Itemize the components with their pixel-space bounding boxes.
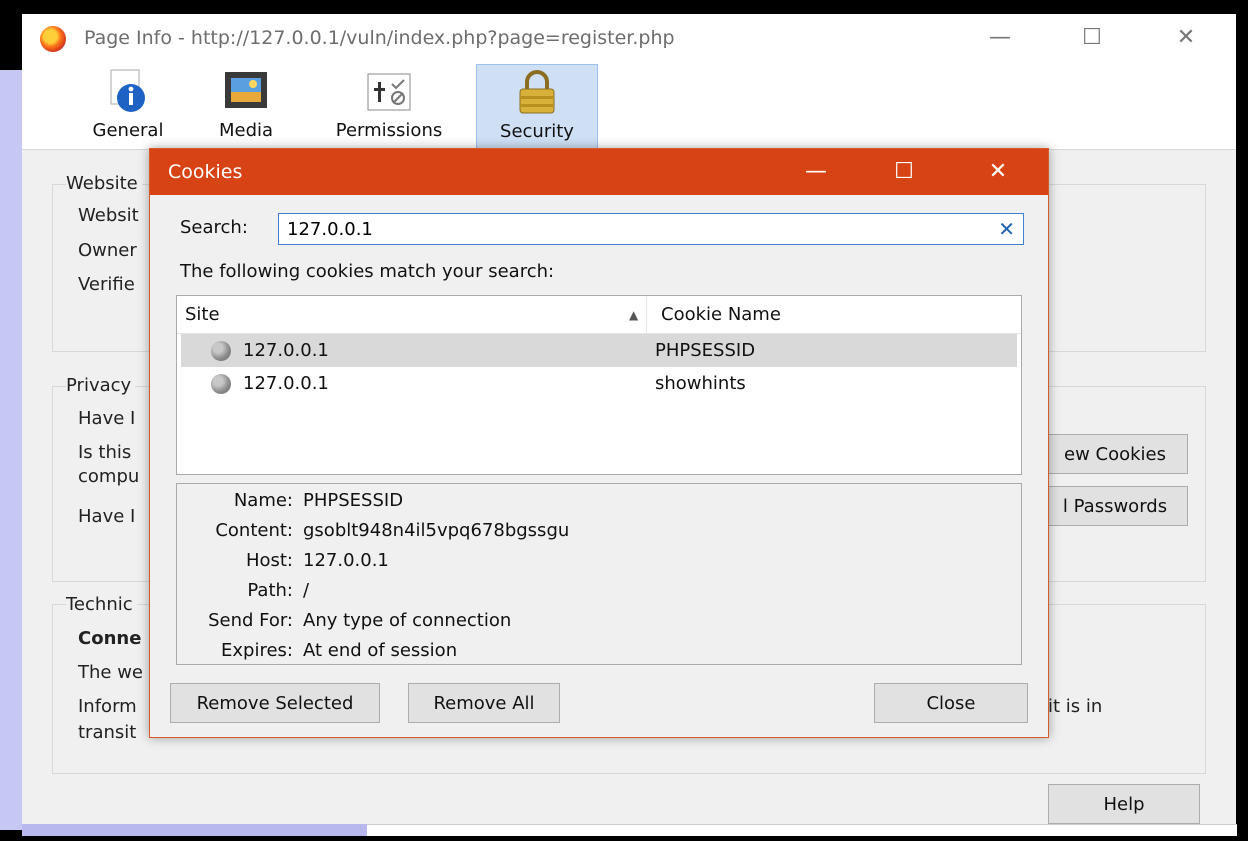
globe-icon [211, 374, 231, 394]
table-row[interactable]: 127.0.0.1 PHPSESSID [181, 334, 1017, 367]
path-value: / [303, 580, 310, 601]
search-box: ✕ [278, 213, 1024, 245]
view-saved-passwords-button[interactable]: l Passwords [1042, 486, 1188, 526]
cookies-table: Site ▲ Cookie Name 127.0.0.1 PHPSESSID 1… [176, 295, 1022, 475]
maximize-button[interactable]: ☐ [1072, 20, 1112, 56]
expires-label: Expires: [221, 640, 293, 661]
technical-line: The we [78, 662, 143, 683]
tab-permissions[interactable]: Permissions [314, 64, 464, 150]
view-cookies-button[interactable]: ew Cookies [1042, 434, 1188, 474]
tab-security[interactable]: Security [476, 64, 598, 150]
technical-line: Inform [78, 696, 137, 717]
remove-selected-button[interactable]: Remove Selected [170, 683, 380, 723]
content-label: Content: [215, 520, 293, 541]
close-window-button[interactable]: ✕ [1166, 20, 1206, 56]
row-site: 127.0.0.1 [243, 373, 329, 394]
minimize-button[interactable]: — [980, 20, 1020, 56]
firefox-icon [40, 26, 66, 52]
dialog-close-button[interactable]: ✕ [968, 149, 1028, 195]
owner-line: Owner [78, 240, 137, 261]
sort-ascending-icon: ▲ [629, 308, 639, 322]
desktop-edge [0, 70, 22, 830]
help-button[interactable]: Help [1048, 784, 1200, 824]
privacy-group-title: Privacy [66, 375, 136, 396]
cookies-titlebar: Cookies — ☐ ✕ [150, 149, 1048, 195]
privacy-line: Have I [78, 408, 136, 429]
page-info-toolbar: General Media Permissions Security [22, 64, 1236, 150]
row-cookie-name: PHPSESSID [655, 340, 756, 361]
name-label: Name: [233, 490, 293, 511]
tab-general[interactable]: General [78, 64, 178, 150]
clear-search-icon[interactable]: ✕ [998, 217, 1015, 241]
privacy-line: Have I [78, 506, 136, 527]
column-site[interactable]: Site [177, 296, 647, 334]
content-value: gsoblt948n4il5vpq678bgssgu [303, 520, 570, 541]
close-button[interactable]: Close [874, 683, 1028, 723]
column-cookie-name[interactable]: Cookie Name [653, 296, 781, 334]
website-line: Websit [78, 205, 139, 226]
technical-trailing-text: it is in [1048, 696, 1103, 717]
tab-media[interactable]: Media [198, 64, 294, 150]
table-header: Site ▲ Cookie Name [177, 296, 1021, 334]
connection-line: Conne [78, 628, 142, 649]
table-row[interactable]: 127.0.0.1 showhints [181, 367, 1017, 400]
website-group-title: Website [66, 173, 142, 194]
privacy-line: compu [78, 466, 140, 487]
sendfor-label: Send For: [208, 610, 293, 631]
remove-all-button[interactable]: Remove All [408, 683, 560, 723]
verified-line: Verifie [78, 274, 135, 295]
path-label: Path: [247, 580, 293, 601]
tab-media-label: Media [218, 120, 274, 141]
taskbar-strip [367, 824, 1237, 836]
search-label: Search: [180, 217, 248, 238]
info-icon [101, 68, 155, 114]
screenshot-frame: Page Info - http://127.0.0.1/vuln/index.… [0, 0, 1248, 841]
host-label: Host: [245, 550, 293, 571]
cookies-dialog-title: Cookies [168, 161, 243, 183]
permissions-icon [362, 68, 416, 114]
privacy-line: Is this [78, 442, 132, 463]
cookies-dialog: Cookies — ☐ ✕ Search: ✕ The following co… [149, 148, 1049, 738]
search-input[interactable] [279, 214, 979, 244]
cookie-details: Name: PHPSESSID Content: gsoblt948n4il5v… [176, 483, 1022, 665]
row-site: 127.0.0.1 [243, 340, 329, 361]
match-text: The following cookies match your search: [180, 261, 555, 282]
tab-general-label: General [92, 120, 164, 141]
lock-icon [510, 69, 564, 115]
page-info-title: Page Info - http://127.0.0.1/vuln/index.… [84, 27, 675, 49]
media-icon [219, 68, 273, 114]
host-value: 127.0.0.1 [303, 550, 389, 571]
tab-security-label: Security [500, 121, 574, 142]
expires-value: At end of session [303, 640, 458, 661]
taskbar-strip [22, 824, 367, 836]
tab-permissions-label: Permissions [335, 120, 443, 141]
sendfor-value: Any type of connection [303, 610, 512, 631]
page-info-titlebar: Page Info - http://127.0.0.1/vuln/index.… [22, 14, 1236, 64]
row-cookie-name: showhints [655, 373, 746, 394]
dialog-maximize-button[interactable]: ☐ [874, 149, 934, 195]
dialog-minimize-button[interactable]: — [786, 149, 846, 195]
globe-icon [211, 341, 231, 361]
technical-group-title: Technic [66, 594, 137, 615]
name-value: PHPSESSID [303, 490, 404, 511]
technical-line: transit [78, 722, 137, 743]
